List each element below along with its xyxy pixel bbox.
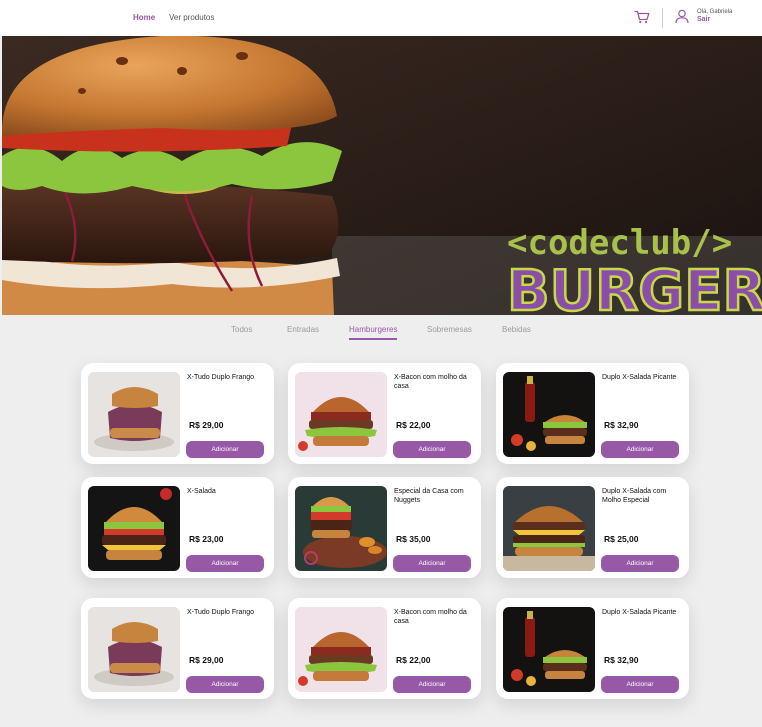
header-divider bbox=[662, 8, 663, 28]
add-to-cart-button[interactable]: Adicionar bbox=[393, 555, 471, 572]
nav-home[interactable]: Home bbox=[133, 13, 155, 22]
product-name: Duplo X-Salada Picante bbox=[602, 609, 677, 616]
product-price: R$ 32,90 bbox=[604, 655, 639, 665]
product-image bbox=[295, 372, 387, 457]
product-image bbox=[88, 486, 180, 571]
add-to-cart-button[interactable]: Adicionar bbox=[186, 441, 264, 458]
product-image bbox=[503, 372, 595, 457]
product-price: R$ 22,00 bbox=[396, 655, 431, 665]
add-to-cart-button[interactable]: Adicionar bbox=[601, 676, 679, 693]
product-card: Duplo X-Salada com Molho Especial R$ 25,… bbox=[496, 477, 689, 578]
tab-starters[interactable]: Entradas bbox=[287, 325, 319, 334]
product-name: X-Tudo Duplo Frango bbox=[187, 374, 255, 381]
product-name: X-Bacon com molho da casa bbox=[394, 374, 467, 390]
product-card: X-Bacon com molho da casa R$ 22,00 Adici… bbox=[288, 598, 481, 699]
add-to-cart-button[interactable]: Adicionar bbox=[601, 555, 679, 572]
product-image bbox=[295, 486, 387, 571]
add-to-cart-button[interactable]: Adicionar bbox=[186, 555, 264, 572]
product-image bbox=[295, 607, 387, 692]
banner-logo-line2: BURGER bbox=[507, 259, 762, 315]
product-price: R$ 29,00 bbox=[189, 420, 224, 430]
nav-products[interactable]: Ver produtos bbox=[169, 13, 214, 22]
banner-logo-line1: <codeclub/> bbox=[507, 223, 732, 263]
add-to-cart-button[interactable]: Adicionar bbox=[393, 441, 471, 458]
product-card: Duplo X-Salada Picante R$ 32,90 Adiciona… bbox=[496, 363, 689, 464]
product-price: R$ 23,00 bbox=[189, 534, 224, 544]
hero-banner: <codeclub/> BURGER bbox=[2, 36, 762, 315]
product-card: X-Tudo Duplo Frango R$ 29,00 Adicionar bbox=[81, 598, 274, 699]
product-card: X-Bacon com molho da casa R$ 22,00 Adici… bbox=[288, 363, 481, 464]
product-price: R$ 22,00 bbox=[396, 420, 431, 430]
product-image bbox=[88, 372, 180, 457]
product-price: R$ 29,00 bbox=[189, 655, 224, 665]
add-to-cart-button[interactable]: Adicionar bbox=[601, 441, 679, 458]
tab-drinks[interactable]: Bebidas bbox=[502, 325, 531, 334]
product-card: X-Tudo Duplo Frango R$ 29,00 Adicionar bbox=[81, 363, 274, 464]
tab-all[interactable]: Todos bbox=[231, 325, 252, 334]
product-image bbox=[503, 486, 595, 571]
tab-desserts[interactable]: Sobremesas bbox=[427, 325, 472, 334]
product-price: R$ 32,90 bbox=[604, 420, 639, 430]
product-image bbox=[503, 607, 595, 692]
product-price: R$ 25,00 bbox=[604, 534, 639, 544]
product-name: X-Salada bbox=[187, 488, 216, 495]
logout-link[interactable]: Sair bbox=[697, 16, 710, 23]
user-greeting: Olá, Gabriela bbox=[697, 9, 733, 15]
product-name: X-Tudo Duplo Frango bbox=[187, 609, 255, 616]
burger-hero-image: <codeclub/> BURGER bbox=[2, 36, 762, 315]
product-name: Duplo X-Salada com Molho Especial bbox=[602, 488, 667, 504]
tab-burgers[interactable]: Hamburgeres bbox=[349, 325, 398, 340]
product-card: Especial da Casa com Nuggets R$ 35,00 Ad… bbox=[288, 477, 481, 578]
product-price: R$ 35,00 bbox=[396, 534, 431, 544]
cart-icon[interactable] bbox=[634, 10, 650, 24]
product-image bbox=[88, 607, 180, 692]
add-to-cart-button[interactable]: Adicionar bbox=[186, 676, 264, 693]
user-icon bbox=[675, 9, 689, 24]
top-header: Home Ver produtos Olá, Gabriela Sair bbox=[0, 0, 762, 36]
product-name: Especial da Casa com Nuggets bbox=[394, 488, 464, 504]
product-name: X-Bacon com molho da casa bbox=[394, 609, 467, 625]
product-card: X-Salada R$ 23,00 Adicionar bbox=[81, 477, 274, 578]
add-to-cart-button[interactable]: Adicionar bbox=[393, 676, 471, 693]
product-name: Duplo X-Salada Picante bbox=[602, 374, 677, 381]
product-card: Duplo X-Salada Picante R$ 32,90 Adiciona… bbox=[496, 598, 689, 699]
